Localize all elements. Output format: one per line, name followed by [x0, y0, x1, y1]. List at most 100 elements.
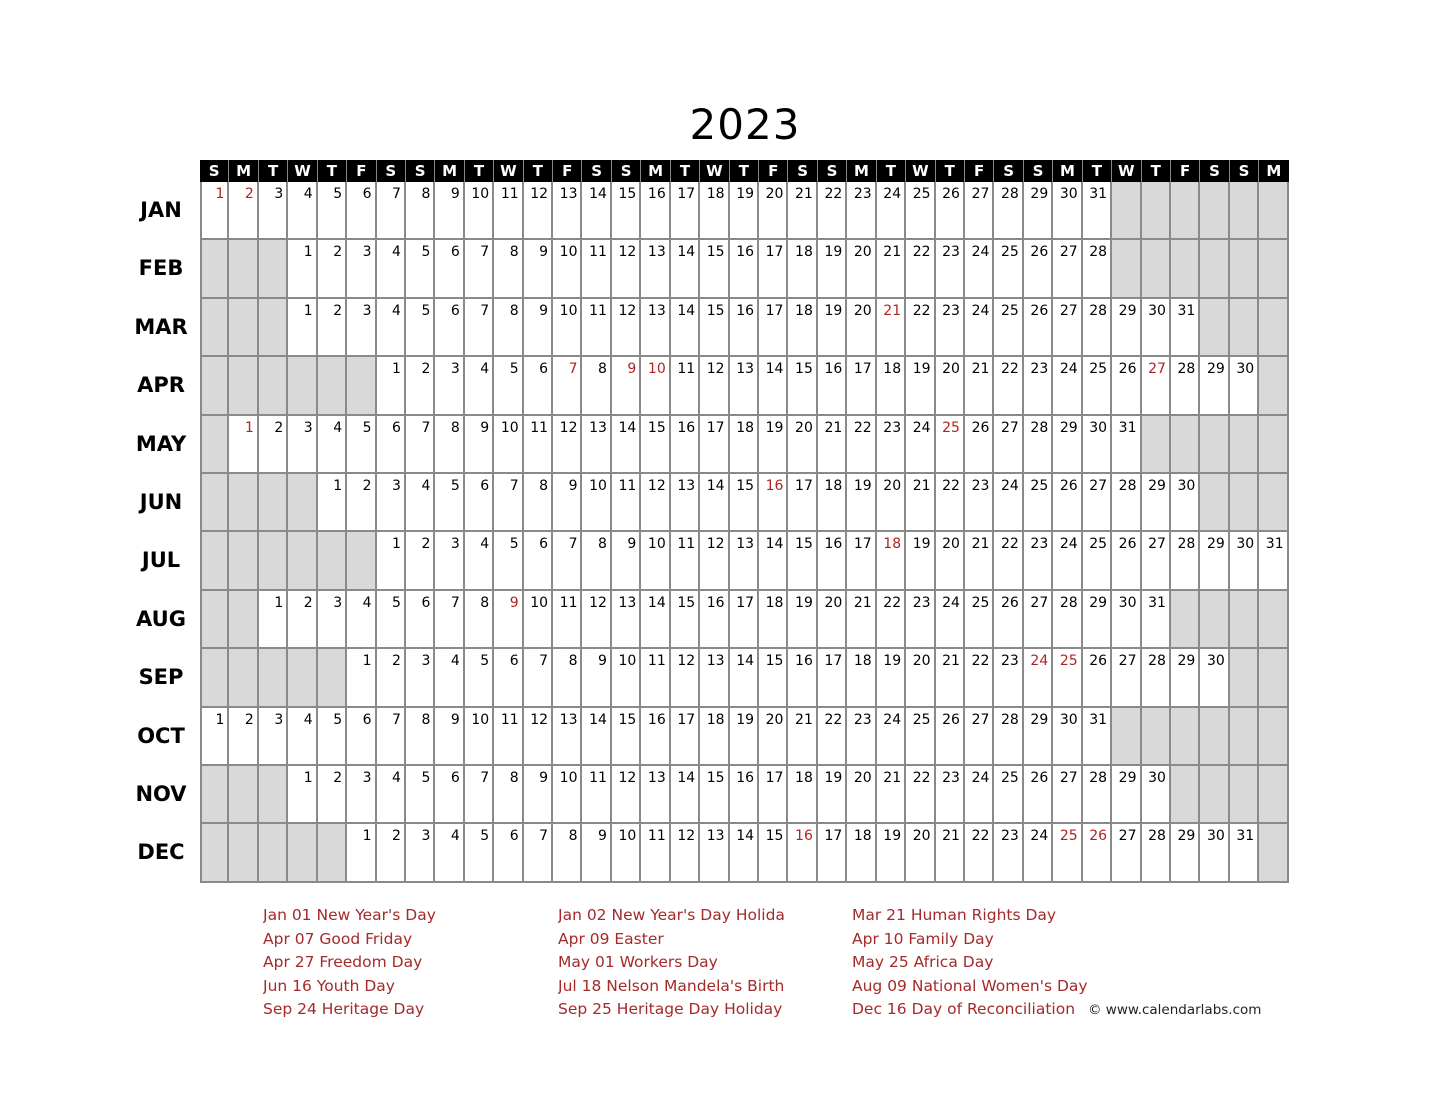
day-cell[interactable]: 9 [523, 765, 554, 825]
day-cell[interactable]: 10 [611, 649, 642, 708]
day-cell[interactable]: 3 [347, 240, 377, 299]
day-cell[interactable]: 6 [347, 182, 377, 241]
day-cell[interactable]: 7 [523, 649, 554, 708]
day-cell[interactable]: 8 [494, 765, 524, 825]
day-cell[interactable]: 14 [611, 415, 642, 474]
day-cell[interactable]: 24 [1053, 532, 1083, 591]
day-cell[interactable]: 1 [347, 649, 377, 708]
day-cell[interactable]: 26 [1112, 357, 1142, 416]
day-cell[interactable]: 12 [611, 298, 642, 358]
day-cell[interactable]: 19 [817, 765, 848, 825]
day-cell[interactable]: 6 [523, 357, 554, 416]
holiday-day-cell[interactable]: 7 [553, 357, 583, 416]
day-cell[interactable]: 14 [729, 824, 760, 883]
day-cell[interactable]: 30 [1112, 590, 1142, 650]
day-cell[interactable]: 3 [347, 765, 377, 825]
day-cell[interactable]: 15 [729, 473, 760, 533]
day-cell[interactable]: 6 [435, 240, 465, 299]
day-cell[interactable]: 28 [1112, 473, 1142, 533]
day-cell[interactable]: 30 [1229, 357, 1260, 416]
day-cell[interactable]: 4 [288, 182, 318, 241]
day-cell[interactable]: 11 [523, 415, 554, 474]
day-cell[interactable]: 22 [935, 473, 965, 533]
holiday-day-cell[interactable]: 24 [1023, 649, 1054, 708]
day-cell[interactable]: 5 [317, 707, 348, 766]
day-cell[interactable]: 23 [935, 240, 965, 299]
day-cell[interactable]: 7 [405, 415, 436, 474]
day-cell[interactable]: 26 [1023, 240, 1054, 299]
day-cell[interactable]: 23 [876, 415, 907, 474]
day-cell[interactable]: 17 [759, 240, 789, 299]
day-cell[interactable]: 28 [1053, 590, 1083, 650]
day-cell[interactable]: 20 [876, 473, 907, 533]
holiday-day-cell[interactable]: 18 [876, 532, 907, 591]
day-cell[interactable]: 12 [611, 240, 642, 299]
day-cell[interactable]: 2 [288, 590, 318, 650]
day-cell[interactable]: 6 [464, 473, 495, 533]
holiday-day-cell[interactable]: 9 [611, 357, 642, 416]
day-cell[interactable]: 8 [464, 590, 495, 650]
day-cell[interactable]: 21 [964, 357, 995, 416]
day-cell[interactable]: 13 [729, 357, 760, 416]
day-cell[interactable]: 14 [670, 240, 701, 299]
day-cell[interactable]: 3 [317, 590, 348, 650]
day-cell[interactable]: 11 [611, 473, 642, 533]
holiday-day-cell[interactable]: 16 [788, 824, 818, 883]
day-cell[interactable]: 5 [405, 240, 436, 299]
day-cell[interactable]: 21 [788, 182, 818, 241]
day-cell[interactable]: 24 [964, 240, 995, 299]
day-cell[interactable]: 10 [494, 415, 524, 474]
day-cell[interactable]: 7 [553, 532, 583, 591]
day-cell[interactable]: 21 [788, 707, 818, 766]
day-cell[interactable]: 29 [1200, 357, 1230, 416]
day-cell[interactable]: 12 [582, 590, 612, 650]
day-cell[interactable]: 27 [1082, 473, 1113, 533]
day-cell[interactable]: 31 [1082, 707, 1113, 766]
day-cell[interactable]: 17 [847, 532, 877, 591]
day-cell[interactable]: 14 [670, 298, 701, 358]
day-cell[interactable]: 3 [376, 473, 406, 533]
day-cell[interactable]: 9 [435, 182, 465, 241]
day-cell[interactable]: 2 [317, 298, 348, 358]
day-cell[interactable]: 12 [611, 765, 642, 825]
day-cell[interactable]: 19 [817, 298, 848, 358]
day-cell[interactable]: 26 [1023, 765, 1054, 825]
holiday-day-cell[interactable]: 26 [1082, 824, 1113, 883]
day-cell[interactable]: 13 [641, 298, 671, 358]
day-cell[interactable]: 1 [288, 765, 318, 825]
day-cell[interactable]: 6 [494, 824, 524, 883]
day-cell[interactable]: 30 [1141, 765, 1171, 825]
day-cell[interactable]: 28 [994, 182, 1024, 241]
day-cell[interactable]: 1 [258, 590, 289, 650]
day-cell[interactable]: 18 [847, 649, 877, 708]
day-cell[interactable]: 3 [288, 415, 318, 474]
day-cell[interactable]: 12 [700, 357, 730, 416]
day-cell[interactable]: 22 [906, 240, 936, 299]
day-cell[interactable]: 25 [964, 590, 995, 650]
day-cell[interactable]: 27 [1112, 649, 1142, 708]
day-cell[interactable]: 20 [788, 415, 818, 474]
day-cell[interactable]: 26 [1112, 532, 1142, 591]
day-cell[interactable]: 6 [347, 707, 377, 766]
day-cell[interactable]: 10 [553, 298, 583, 358]
day-cell[interactable]: 28 [1170, 357, 1201, 416]
day-cell[interactable]: 23 [1023, 357, 1054, 416]
day-cell[interactable]: 9 [464, 415, 495, 474]
day-cell[interactable]: 15 [788, 532, 818, 591]
day-cell[interactable]: 13 [641, 240, 671, 299]
day-cell[interactable]: 8 [494, 240, 524, 299]
day-cell[interactable]: 22 [847, 415, 877, 474]
day-cell[interactable]: 5 [405, 298, 436, 358]
day-cell[interactable]: 15 [611, 707, 642, 766]
day-cell[interactable]: 10 [523, 590, 554, 650]
day-cell[interactable]: 20 [847, 298, 877, 358]
day-cell[interactable]: 5 [494, 532, 524, 591]
day-cell[interactable]: 20 [906, 824, 936, 883]
day-cell[interactable]: 22 [906, 298, 936, 358]
day-cell[interactable]: 22 [964, 824, 995, 883]
day-cell[interactable]: 11 [641, 824, 671, 883]
day-cell[interactable]: 17 [788, 473, 818, 533]
day-cell[interactable]: 8 [405, 182, 436, 241]
day-cell[interactable]: 5 [494, 357, 524, 416]
day-cell[interactable]: 5 [405, 765, 436, 825]
